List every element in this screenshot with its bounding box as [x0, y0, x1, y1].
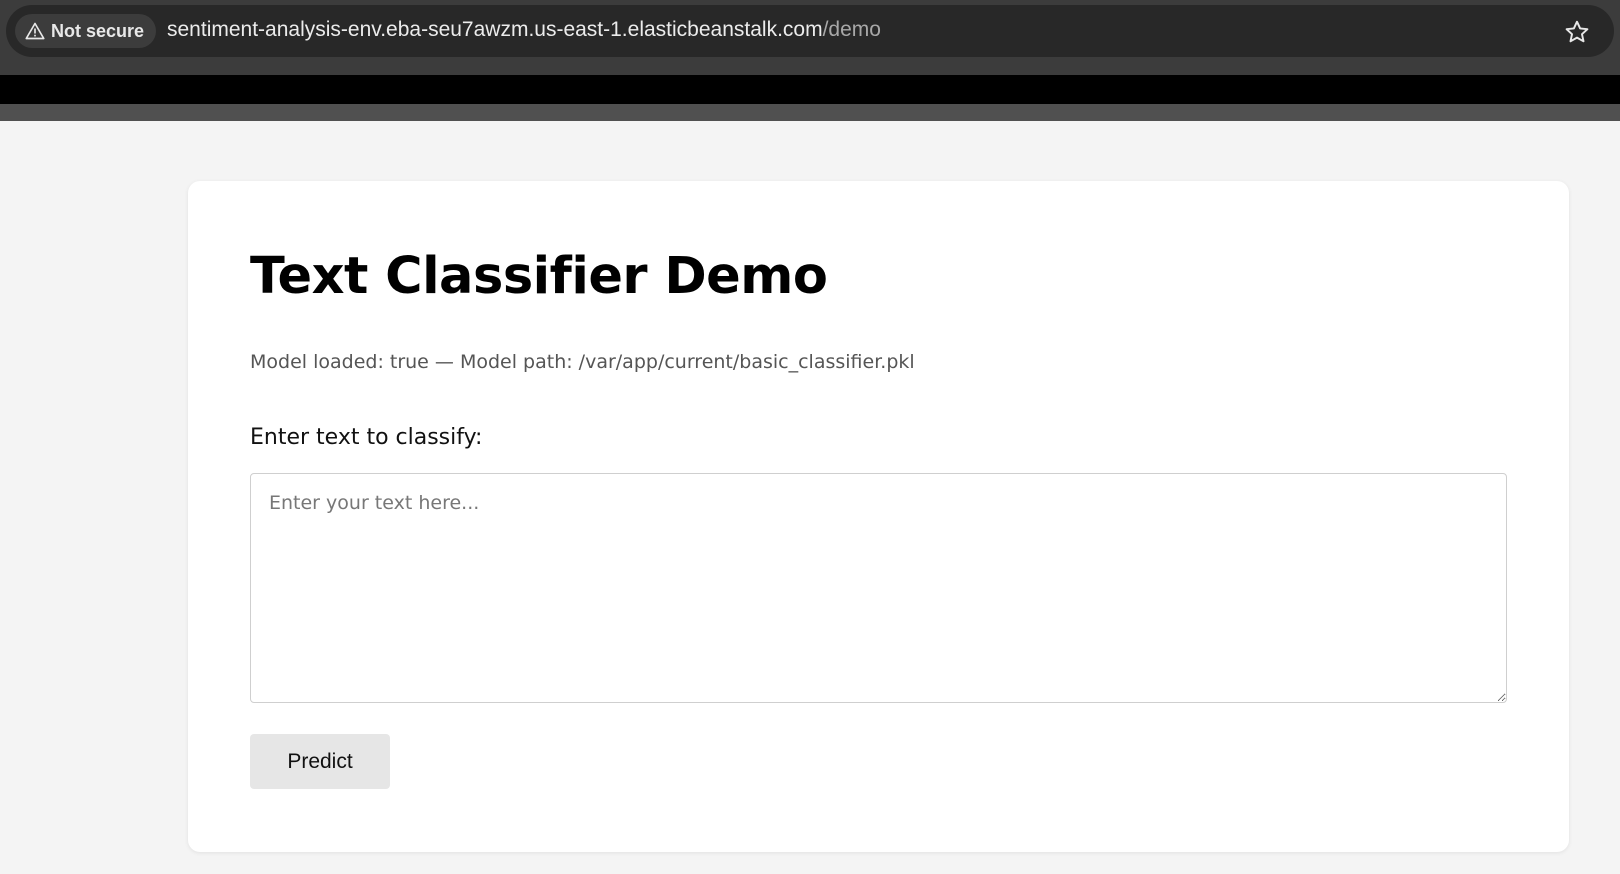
input-label: Enter text to classify:: [250, 425, 483, 450]
url-path: /demo: [822, 18, 881, 41]
text-input[interactable]: [250, 473, 1507, 703]
predict-button[interactable]: Predict: [250, 734, 390, 789]
star-icon[interactable]: [1564, 19, 1590, 45]
security-label: Not secure: [51, 20, 145, 41]
url-text[interactable]: sentiment-analysis-env.eba-seu7awzm.us-e…: [167, 18, 881, 42]
address-bar[interactable]: Not secure sentiment-analysis-env.eba-se…: [6, 5, 1614, 57]
toolbar-divider: [0, 104, 1620, 121]
site-security-chip[interactable]: Not secure: [15, 14, 157, 48]
model-status-text: Model loaded: true — Model path: /var/ap…: [250, 351, 915, 373]
warning-triangle-icon: [25, 21, 45, 41]
bookmarks-bar: [0, 75, 1620, 104]
classifier-card: Text Classifier Demo Model loaded: true …: [188, 181, 1569, 852]
page-title: Text Classifier Demo: [250, 247, 828, 306]
browser-toolbar: Not secure sentiment-analysis-env.eba-se…: [0, 0, 1620, 75]
url-host: sentiment-analysis-env.eba-seu7awzm.us-e…: [167, 18, 823, 41]
